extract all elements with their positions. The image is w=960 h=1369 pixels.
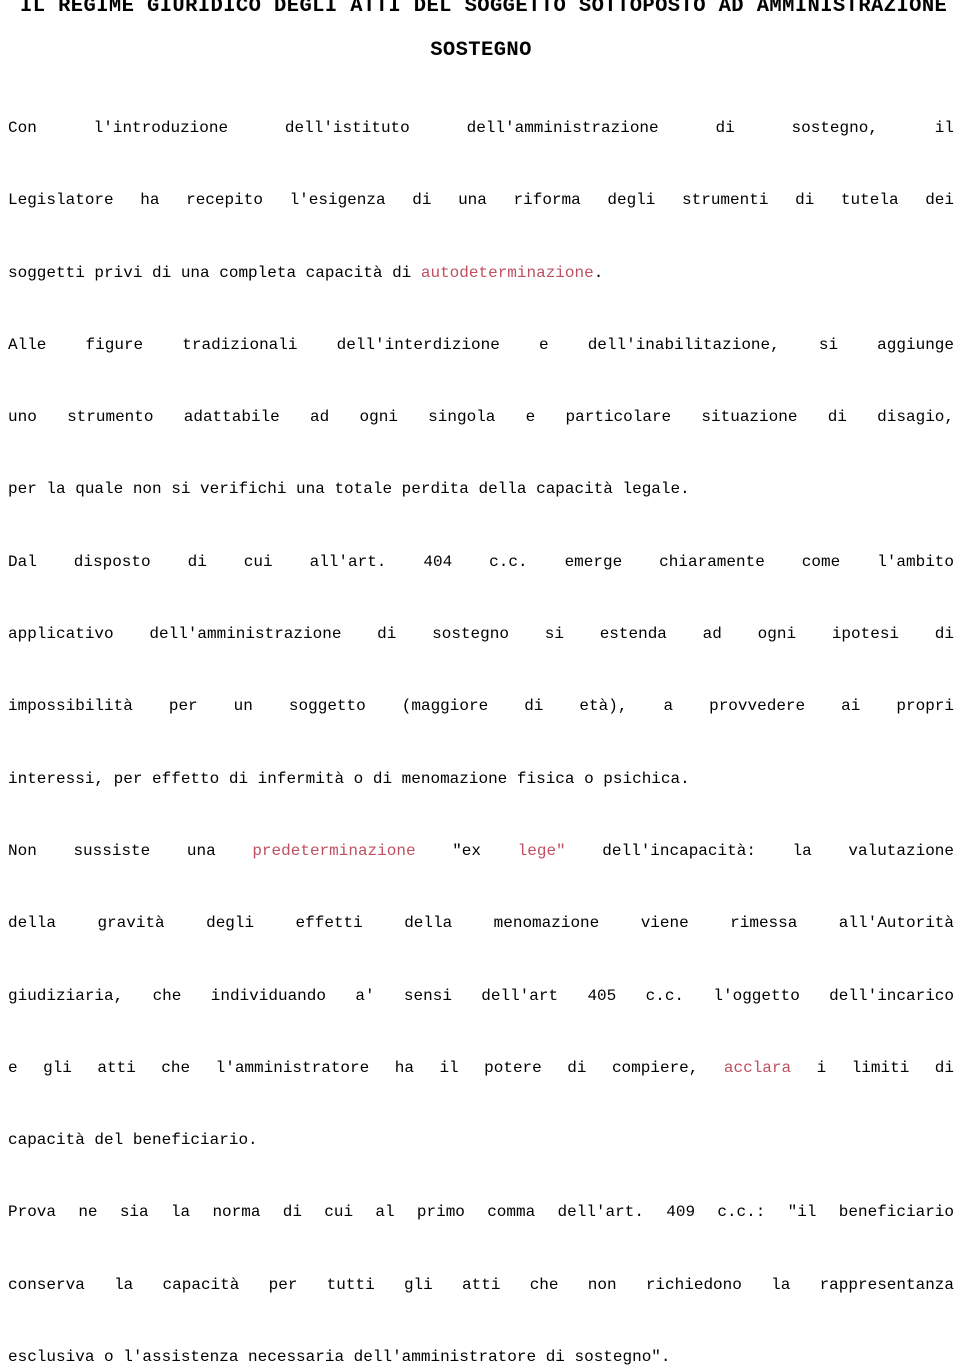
text-run: Dal disposto di cui all'art. 404 c.c. em… <box>8 552 954 571</box>
text-run: per la quale non si verifichi una totale… <box>8 480 690 499</box>
document-body: Con l'introduzione dell'istituto dell'am… <box>8 100 954 1369</box>
text-line: applicativo dell'amministrazione di sost… <box>8 606 954 662</box>
text-line: Con l'introduzione dell'istituto dell'am… <box>8 100 954 156</box>
text-run: soggetti privi di una completa capacità … <box>8 263 421 282</box>
text-line: Prova ne sia la norma di cui al primo co… <box>8 1184 954 1240</box>
text-run: conserva la capacità per tutti gli atti … <box>8 1275 954 1294</box>
text-line: e gli atti che l'amministratore ha il po… <box>8 1040 954 1096</box>
highlighted-term: predeterminazione <box>252 841 416 860</box>
text-run: interessi, per effetto di infermità o di… <box>8 769 690 788</box>
text-run: Non sussiste una <box>8 841 253 860</box>
document-page: IL REGIME GIURIDICO DEGLI ATTI DEL SOGGE… <box>0 0 960 1369</box>
text-run: impossibilità per un soggetto (maggiore … <box>8 697 954 716</box>
text-run: dell'incapacità: la valutazione <box>565 841 954 860</box>
text-run: Legislatore ha recepito l'esigenza di un… <box>8 191 954 210</box>
text-run: Prova ne sia la norma di cui al primo co… <box>8 1203 954 1222</box>
text-line: soggetti privi di una completa capacità … <box>8 245 954 301</box>
highlighted-term: autodeterminazione <box>420 263 594 282</box>
text-run: uno strumento adattabile ad ogni singola… <box>8 408 954 427</box>
text-line: esclusiva o l'assistenza necessaria dell… <box>8 1329 954 1369</box>
text-line: conserva la capacità per tutti gli atti … <box>8 1257 954 1313</box>
page-subtitle: SOSTEGNO <box>430 39 532 62</box>
highlighted-term: acclara <box>723 1058 792 1077</box>
page-title: IL REGIME GIURIDICO DEGLI ATTI DEL SOGGE… <box>20 0 960 18</box>
text-run: e gli atti che l'amministratore ha il po… <box>8 1058 724 1077</box>
text-run: Alle figure tradizionali dell'interdizio… <box>8 335 954 354</box>
text-line: giudiziaria, che individuando a' sensi d… <box>8 968 954 1024</box>
text-line: Legislatore ha recepito l'esigenza di un… <box>8 172 954 228</box>
text-line: della gravità degli effetti della menoma… <box>8 895 954 951</box>
document-title-block: IL REGIME GIURIDICO DEGLI ATTI DEL SOGGE… <box>8 0 960 62</box>
text-line: interessi, per effetto di infermità o di… <box>8 751 954 807</box>
text-run: "ex <box>415 841 518 860</box>
text-run: Con l'introduzione dell'istituto dell'am… <box>8 119 954 137</box>
text-run: esclusiva o l'assistenza necessaria dell… <box>8 1348 671 1367</box>
text-run: i limiti di <box>791 1058 955 1077</box>
text-line: capacità del beneficiario. <box>8 1112 954 1168</box>
text-line: impossibilità per un soggetto (maggiore … <box>8 678 954 734</box>
highlighted-term: lege" <box>517 841 566 860</box>
text-run: applicativo dell'amministrazione di sost… <box>8 625 954 644</box>
text-line: Alle figure tradizionali dell'interdizio… <box>8 317 954 373</box>
text-run: giudiziaria, che individuando a' sensi d… <box>8 986 954 1005</box>
text-run: . <box>593 263 604 282</box>
text-line: Dal disposto di cui all'art. 404 c.c. em… <box>8 534 954 590</box>
text-run: della gravità degli effetti della menoma… <box>8 914 954 933</box>
text-run: capacità del beneficiario. <box>8 1131 258 1150</box>
text-line: per la quale non si verifichi una totale… <box>8 461 954 517</box>
text-line: Non sussiste una predeterminazione "ex l… <box>8 823 954 879</box>
text-line: uno strumento adattabile ad ogni singola… <box>8 389 954 445</box>
